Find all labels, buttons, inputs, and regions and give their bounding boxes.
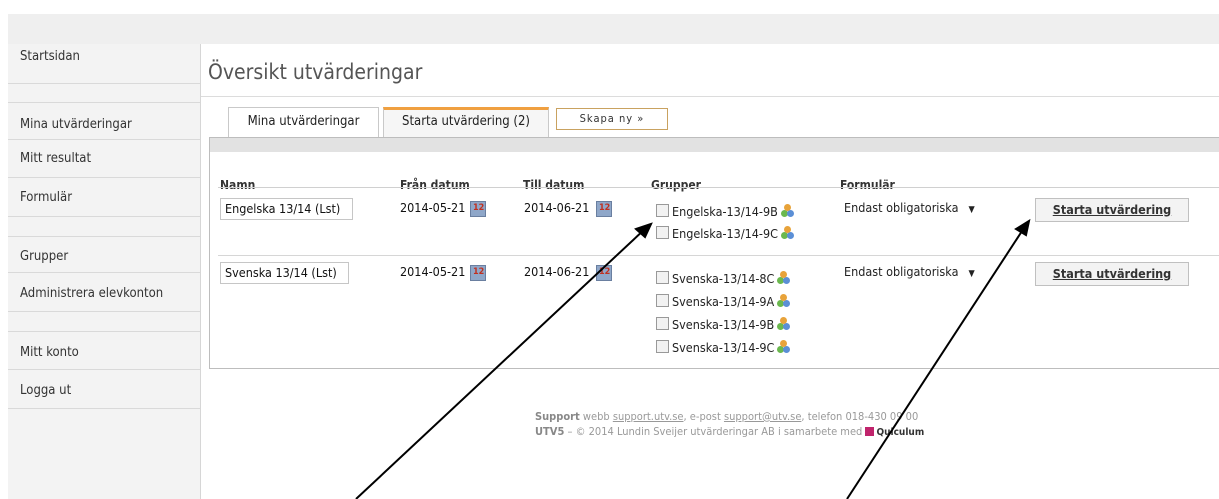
sidebar-item-mina-utvarderingar[interactable]: Mina utvärderingar [8, 103, 200, 140]
group-icon [777, 294, 791, 308]
calendar-icon[interactable] [596, 265, 612, 281]
top-bar [0, 0, 1219, 44]
group-label: Svenska-13/14-9A [672, 294, 775, 309]
column-header-grupper: Grupper [651, 178, 701, 192]
header-divider [218, 187, 1219, 188]
sidebar-item-label: Administrera elevkonton [20, 286, 164, 301]
dropdown-arrow-icon: ▼ [968, 205, 975, 215]
group-label: Svenska-13/14-9C [672, 340, 775, 355]
sidebar-item-logga-ut[interactable]: Logga ut [8, 371, 200, 409]
sidebar-item-grupper[interactable]: Grupper [8, 237, 200, 273]
footer-text: , telefon 018-430 09 00 [801, 410, 919, 423]
group-icon [777, 271, 791, 285]
sidebar-item-formular[interactable]: Formulär [8, 179, 200, 217]
sidebar-item-label: Startsidan [20, 49, 80, 64]
group-checkbox-item[interactable]: Svenska-13/14-8C [656, 270, 791, 288]
tab-bar: Mina utvärderingar Starta utvärdering (2… [201, 97, 1219, 137]
from-date-field[interactable]: 2014-05-21 [396, 198, 470, 220]
group-checkbox-item[interactable]: Engelska-13/14-9B [656, 203, 795, 221]
evaluations-panel: Namn Från datum Till datum Grupper Formu… [209, 137, 1219, 369]
top-strip [8, 14, 1219, 44]
group-icon [781, 226, 795, 240]
form-select[interactable]: Endast obligatoriska ▼ [844, 262, 975, 282]
group-label: Engelska-13/14-9B [672, 204, 778, 219]
group-label: Engelska-13/14-9C [672, 226, 778, 241]
footer-support-label: Support [535, 410, 580, 423]
name-field[interactable]: Engelska 13/14 (Lst) [220, 198, 353, 220]
sidebar-item-label: Formulär [20, 190, 73, 205]
group-label: Svenska-13/14-9B [672, 317, 775, 332]
checkbox[interactable] [656, 271, 669, 284]
sidebar-item-label: Grupper [20, 249, 69, 264]
quiculum-logo-icon [865, 427, 875, 436]
start-evaluation-button[interactable]: Starta utvärdering [1035, 262, 1189, 286]
sidebar-item-label: Logga ut [20, 383, 72, 398]
group-icon [780, 204, 795, 218]
sidebar-item-label: Mitt resultat [20, 151, 92, 166]
group-label: Svenska-13/14-8C [672, 271, 775, 286]
form-select-value: Endast obligatoriska [844, 200, 959, 215]
sidebar-divider [8, 218, 200, 237]
footer-copyright-line: UTV5 – © 2014 Lundin Sveijer utvärdering… [535, 424, 924, 440]
footer-text: – © 2014 Lundin Sveijer utvärderingar AB… [564, 425, 866, 438]
column-header-namn: Namn [220, 178, 256, 192]
group-checkbox-item[interactable]: Svenska-13/14-9B [656, 316, 791, 334]
column-header-fran-datum: Från datum [400, 178, 470, 192]
to-date-field[interactable]: 2014-06-21 [520, 262, 594, 284]
panel-header-strip [210, 138, 1219, 152]
sidebar-item-label: Mina utvärderingar [20, 117, 132, 132]
group-icon [777, 340, 791, 354]
partner-name: Quiculum [876, 427, 925, 438]
calendar-icon[interactable] [470, 265, 486, 281]
sidebar-item-startsidan[interactable]: Startsidan [8, 44, 200, 84]
dropdown-arrow-icon: ▼ [968, 269, 975, 279]
support-web-link[interactable]: support.utv.se [613, 410, 684, 423]
sidebar-item-label: Mitt konto [20, 345, 79, 360]
footer-text: , e-post [683, 410, 724, 423]
support-email-link[interactable]: support@utv.se [724, 410, 801, 423]
checkbox[interactable] [656, 317, 669, 330]
tab-starta-utvardering[interactable]: Starta utvärdering (2) [383, 107, 549, 137]
footer: Support webb support.utv.se, e-post supp… [535, 409, 924, 440]
sidebar-item-mitt-resultat[interactable]: Mitt resultat [8, 141, 200, 178]
calendar-icon[interactable] [596, 201, 612, 217]
checkbox[interactable] [656, 294, 669, 307]
name-field[interactable]: Svenska 13/14 (Lst) [220, 262, 349, 284]
footer-support-line: Support webb support.utv.se, e-post supp… [535, 409, 924, 424]
sidebar-divider [8, 84, 200, 103]
tab-mina-utvarderingar[interactable]: Mina utvärderingar [228, 107, 379, 137]
calendar-icon[interactable] [470, 201, 486, 217]
group-checkbox-item[interactable]: Engelska-13/14-9C [656, 225, 795, 243]
column-header-formular: Formulär [840, 178, 895, 192]
footer-brand: UTV5 [535, 425, 565, 438]
group-icon [777, 317, 791, 331]
from-date-field[interactable]: 2014-05-21 [396, 262, 470, 284]
sidebar-divider [8, 313, 200, 332]
column-header-till-datum: Till datum [523, 178, 585, 192]
sidebar-item-mitt-konto[interactable]: Mitt konto [8, 332, 200, 370]
group-checkbox-item[interactable]: Svenska-13/14-9A [656, 293, 791, 311]
checkbox[interactable] [656, 204, 669, 217]
footer-text: webb [579, 410, 613, 423]
start-evaluation-button[interactable]: Starta utvärdering [1035, 198, 1189, 222]
checkbox[interactable] [656, 340, 669, 353]
create-new-button[interactable]: Skapa ny » [556, 108, 668, 130]
sidebar-item-administrera-elevkonton[interactable]: Administrera elevkonton [8, 274, 200, 312]
to-date-field[interactable]: 2014-06-21 [520, 198, 594, 220]
form-select-value: Endast obligatoriska [844, 264, 959, 279]
page-title: Översikt utvärderingar [208, 60, 423, 84]
row-divider [218, 255, 1219, 256]
sidebar: Startsidan Mina utvärderingar Mitt resul… [8, 44, 201, 499]
title-bar: Översikt utvärderingar [201, 44, 1219, 97]
checkbox[interactable] [656, 226, 669, 239]
group-checkbox-item[interactable]: Svenska-13/14-9C [656, 339, 791, 357]
form-select[interactable]: Endast obligatoriska ▼ [844, 198, 975, 218]
